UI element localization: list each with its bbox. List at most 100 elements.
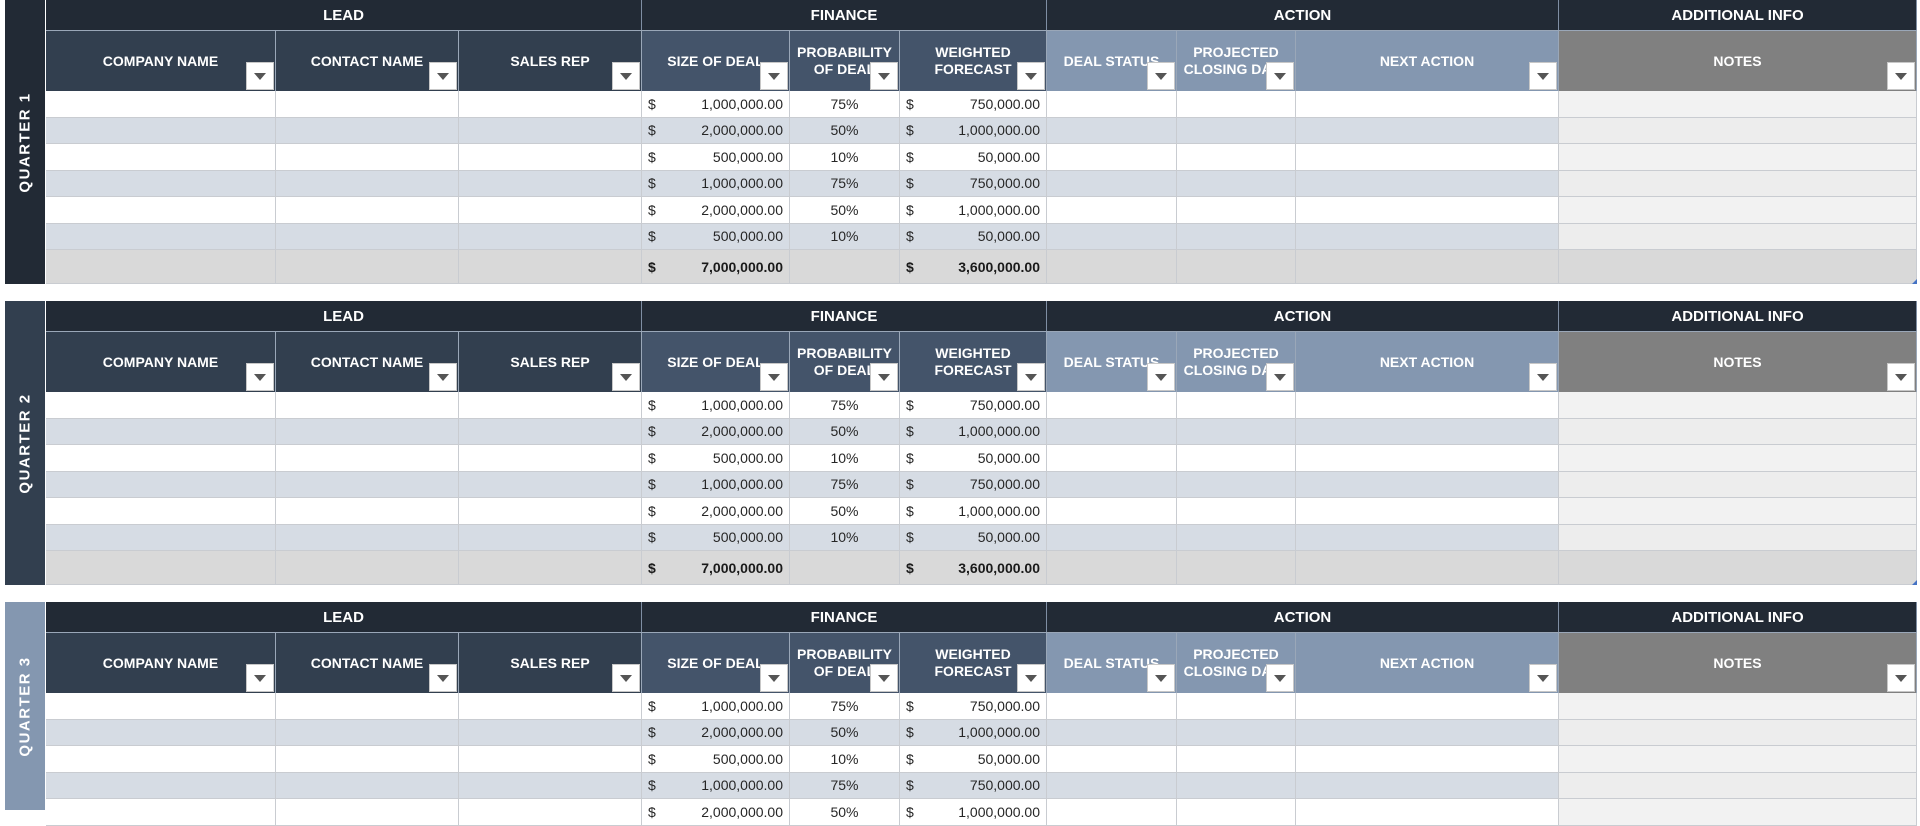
cell-company[interactable] <box>46 197 276 224</box>
cell-prob[interactable]: 75% <box>790 693 900 720</box>
cell-weighted[interactable]: $50,000.00 <box>900 445 1047 472</box>
cell-contact[interactable] <box>276 392 459 419</box>
cell-company[interactable] <box>46 144 276 171</box>
cell-size[interactable]: $2,000,000.00 <box>642 197 790 224</box>
cell-company[interactable] <box>46 772 276 799</box>
cell-rep[interactable] <box>459 746 642 773</box>
cell-weighted[interactable]: $1,000,000.00 <box>900 418 1047 445</box>
filter-dropdown-button[interactable] <box>1266 363 1294 391</box>
filter-dropdown-button[interactable] <box>612 62 640 90</box>
cell-weighted[interactable]: $50,000.00 <box>900 524 1047 551</box>
filter-dropdown-button[interactable] <box>612 363 640 391</box>
table-resize-handle[interactable] <box>1912 279 1917 284</box>
cell-prob[interactable]: 75% <box>790 471 900 498</box>
cell-contact[interactable] <box>276 719 459 746</box>
cell-notes[interactable] <box>1559 117 1917 144</box>
cell-status[interactable] <box>1047 170 1177 197</box>
cell-prob[interactable]: 50% <box>790 498 900 525</box>
filter-dropdown-button[interactable] <box>760 62 788 90</box>
cell-rep[interactable] <box>459 392 642 419</box>
filter-dropdown-button[interactable] <box>429 363 457 391</box>
cell-status[interactable] <box>1047 392 1177 419</box>
cell-closing[interactable] <box>1177 91 1296 118</box>
cell-prob[interactable]: 10% <box>790 223 900 250</box>
cell-next[interactable] <box>1296 170 1559 197</box>
cell-notes[interactable] <box>1559 91 1917 118</box>
cell-company[interactable] <box>46 693 276 720</box>
cell-rep[interactable] <box>459 471 642 498</box>
cell-company[interactable] <box>46 91 276 118</box>
filter-dropdown-button[interactable] <box>1266 62 1294 90</box>
cell-company[interactable] <box>46 799 276 826</box>
cell-status[interactable] <box>1047 471 1177 498</box>
cell-size[interactable]: $2,000,000.00 <box>642 418 790 445</box>
cell-status[interactable] <box>1047 197 1177 224</box>
cell-contact[interactable] <box>276 445 459 472</box>
cell-prob[interactable]: 75% <box>790 91 900 118</box>
cell-closing[interactable] <box>1177 117 1296 144</box>
cell-closing[interactable] <box>1177 445 1296 472</box>
cell-rep[interactable] <box>459 170 642 197</box>
filter-dropdown-button[interactable] <box>870 664 898 692</box>
cell-rep[interactable] <box>459 197 642 224</box>
cell-size[interactable]: $2,000,000.00 <box>642 498 790 525</box>
cell-company[interactable] <box>46 524 276 551</box>
cell-notes[interactable] <box>1559 144 1917 171</box>
cell-size[interactable]: $500,000.00 <box>642 223 790 250</box>
filter-dropdown-button[interactable] <box>246 664 274 692</box>
cell-contact[interactable] <box>276 772 459 799</box>
cell-size[interactable]: $1,000,000.00 <box>642 91 790 118</box>
cell-notes[interactable] <box>1559 799 1917 826</box>
cell-notes[interactable] <box>1559 719 1917 746</box>
cell-weighted[interactable]: $1,000,000.00 <box>900 799 1047 826</box>
cell-notes[interactable] <box>1559 392 1917 419</box>
cell-size[interactable]: $2,000,000.00 <box>642 799 790 826</box>
cell-company[interactable] <box>46 223 276 250</box>
filter-dropdown-button[interactable] <box>429 62 457 90</box>
cell-weighted[interactable]: $1,000,000.00 <box>900 498 1047 525</box>
cell-contact[interactable] <box>276 117 459 144</box>
cell-closing[interactable] <box>1177 418 1296 445</box>
cell-closing[interactable] <box>1177 799 1296 826</box>
cell-closing[interactable] <box>1177 197 1296 224</box>
cell-prob[interactable]: 10% <box>790 746 900 773</box>
cell-company[interactable] <box>46 746 276 773</box>
cell-size[interactable]: $500,000.00 <box>642 524 790 551</box>
cell-closing[interactable] <box>1177 746 1296 773</box>
cell-prob[interactable]: 75% <box>790 392 900 419</box>
cell-status[interactable] <box>1047 91 1177 118</box>
cell-status[interactable] <box>1047 693 1177 720</box>
cell-weighted[interactable]: $750,000.00 <box>900 170 1047 197</box>
cell-contact[interactable] <box>276 418 459 445</box>
cell-next[interactable] <box>1296 418 1559 445</box>
filter-dropdown-button[interactable] <box>429 664 457 692</box>
cell-closing[interactable] <box>1177 772 1296 799</box>
filter-dropdown-button[interactable] <box>760 363 788 391</box>
cell-company[interactable] <box>46 498 276 525</box>
cell-rep[interactable] <box>459 498 642 525</box>
cell-notes[interactable] <box>1559 746 1917 773</box>
cell-prob[interactable]: 50% <box>790 197 900 224</box>
cell-notes[interactable] <box>1559 418 1917 445</box>
cell-weighted[interactable]: $1,000,000.00 <box>900 117 1047 144</box>
cell-prob[interactable]: 10% <box>790 524 900 551</box>
cell-notes[interactable] <box>1559 693 1917 720</box>
cell-company[interactable] <box>46 719 276 746</box>
cell-weighted[interactable]: $750,000.00 <box>900 392 1047 419</box>
filter-dropdown-button[interactable] <box>1017 664 1045 692</box>
cell-closing[interactable] <box>1177 719 1296 746</box>
cell-notes[interactable] <box>1559 772 1917 799</box>
cell-notes[interactable] <box>1559 498 1917 525</box>
cell-next[interactable] <box>1296 117 1559 144</box>
cell-closing[interactable] <box>1177 223 1296 250</box>
cell-weighted[interactable]: $1,000,000.00 <box>900 197 1047 224</box>
cell-size[interactable]: $2,000,000.00 <box>642 719 790 746</box>
filter-dropdown-button[interactable] <box>1887 664 1915 692</box>
cell-contact[interactable] <box>276 91 459 118</box>
cell-contact[interactable] <box>276 746 459 773</box>
cell-next[interactable] <box>1296 197 1559 224</box>
cell-weighted[interactable]: $1,000,000.00 <box>900 719 1047 746</box>
cell-rep[interactable] <box>459 772 642 799</box>
cell-size[interactable]: $1,000,000.00 <box>642 170 790 197</box>
filter-dropdown-button[interactable] <box>1147 363 1175 391</box>
